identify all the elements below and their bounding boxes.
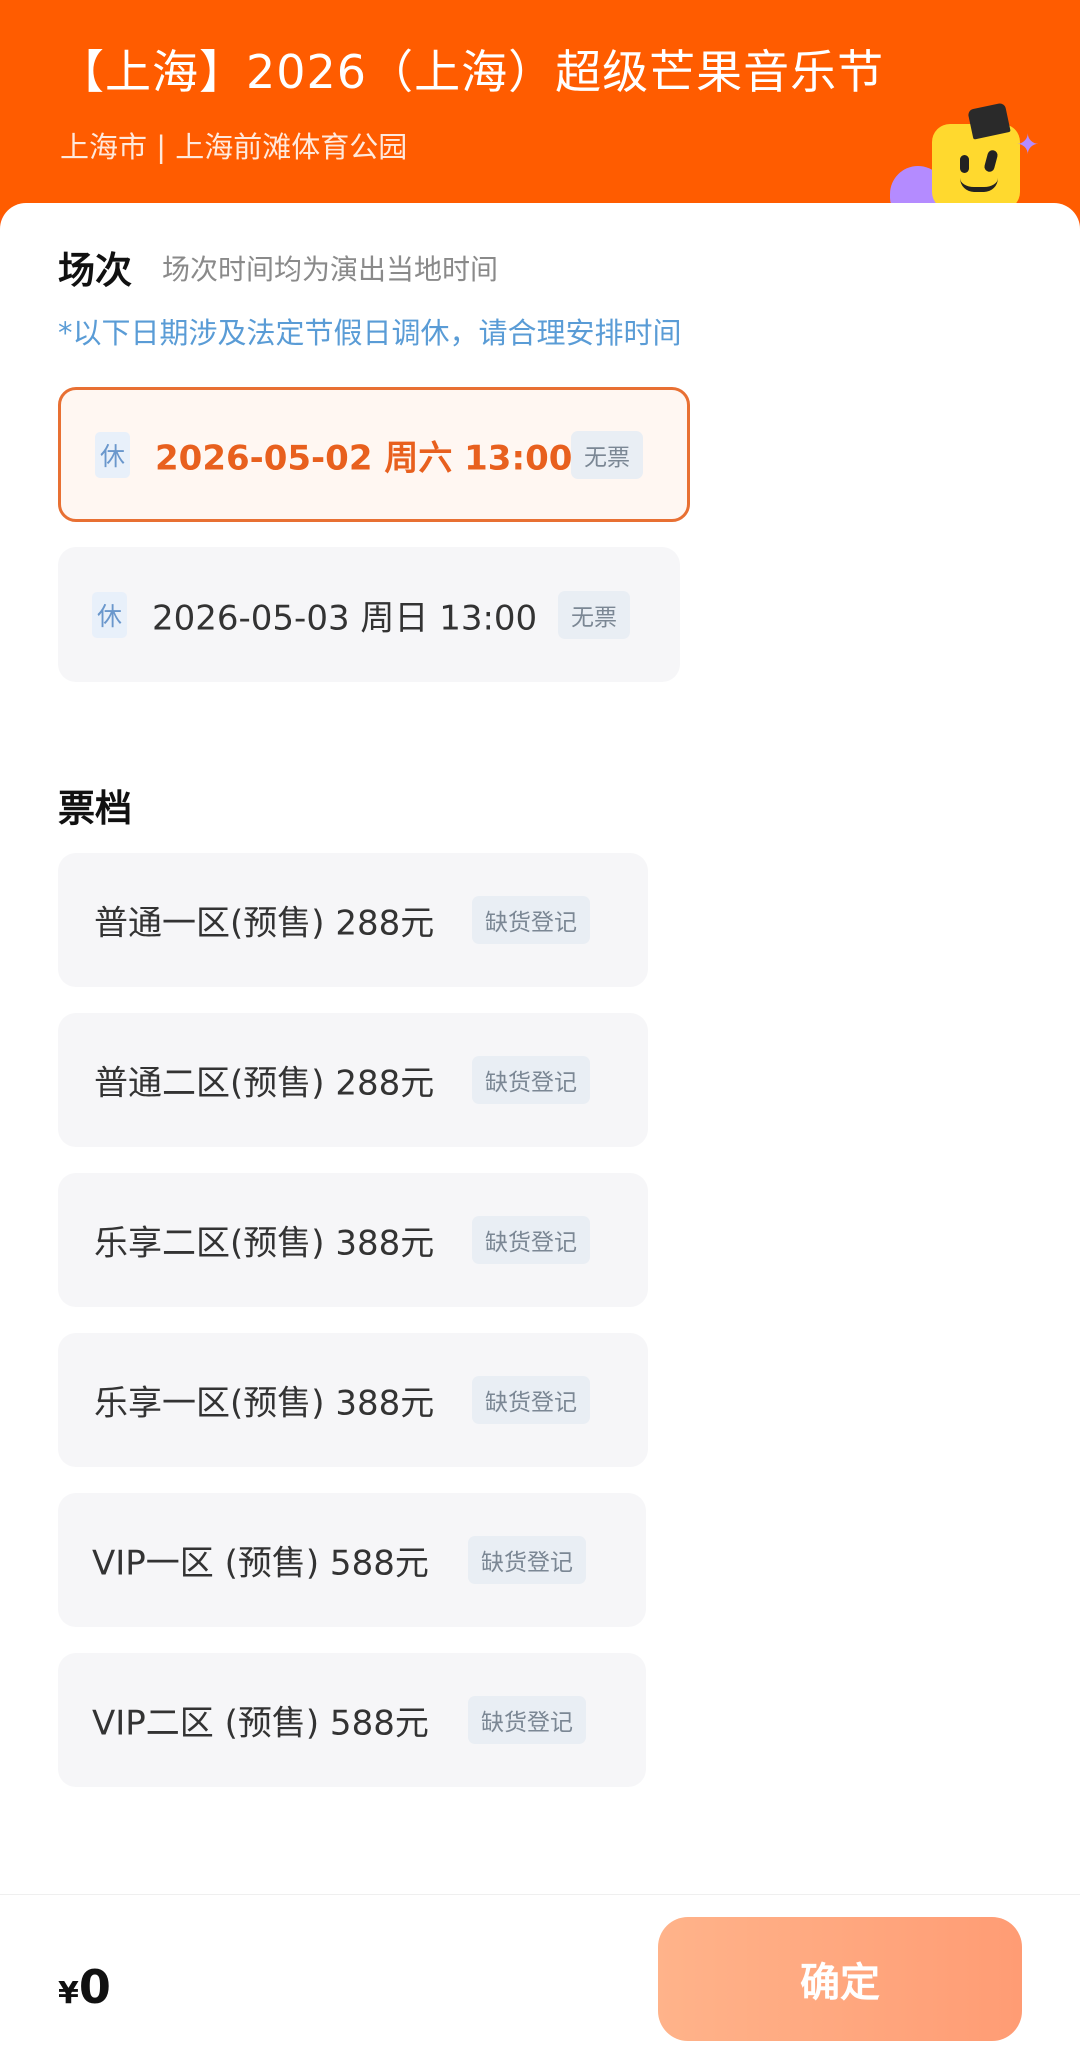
event-venue: 上海市 | 上海前滩体育公园	[60, 130, 408, 164]
ticket-label: 乐享一区(预售) 388元	[94, 1383, 435, 1424]
sold-out-badge: 无票	[571, 430, 643, 479]
ticket-label: 普通二区(预售) 288元	[94, 1063, 435, 1104]
ticket-option[interactable]: 乐享二区(预售) 388元 缺货登记	[58, 1173, 648, 1307]
ticket-option[interactable]: 普通二区(预售) 288元 缺货登记	[58, 1013, 648, 1147]
ticket-option[interactable]: 普通一区(预售) 288元 缺货登记	[58, 853, 648, 987]
waitlist-badge: 缺货登记	[472, 1376, 590, 1424]
mascot-icon: ✦	[890, 100, 1050, 220]
holiday-notice: *以下日期涉及法定节假日调休，请合理安排时间	[58, 316, 682, 350]
ticket-label: 普通一区(预售) 288元	[94, 903, 435, 944]
sparkle-icon: ✦	[1016, 128, 1040, 161]
sold-out-badge: 无票	[558, 590, 630, 639]
ticket-label: VIP一区 (预售) 588元	[92, 1543, 429, 1584]
session-section-title: 场次	[58, 249, 132, 292]
session-datetime: 2026-05-03 周日 13:00	[152, 598, 538, 638]
session-option[interactable]: 休 2026-05-03 周日 13:00 无票	[58, 547, 680, 682]
rest-day-badge: 休	[95, 431, 131, 478]
ticket-option[interactable]: VIP一区 (预售) 588元 缺货登记	[58, 1493, 646, 1627]
currency-symbol: ¥	[58, 1976, 79, 2011]
waitlist-badge: 缺货登记	[468, 1536, 586, 1584]
ticket-option[interactable]: VIP二区 (预售) 588元 缺货登记	[58, 1653, 646, 1787]
session-datetime: 2026-05-02 周六 13:00	[155, 438, 573, 478]
waitlist-badge: 缺货登记	[472, 1056, 590, 1104]
event-title: 【上海】2026（上海）超级芒果音乐节	[58, 45, 885, 99]
waitlist-badge: 缺货登记	[472, 1216, 590, 1264]
confirm-button[interactable]: 确定	[658, 1917, 1022, 2041]
ticket-label: VIP二区 (预售) 588元	[92, 1703, 429, 1744]
header-banner: 【上海】2026（上海）超级芒果音乐节 上海市 | 上海前滩体育公园 ✦	[0, 0, 1080, 216]
ticket-option[interactable]: 乐享一区(预售) 388元 缺货登记	[58, 1333, 648, 1467]
session-hint: 场次时间均为演出当地时间	[162, 253, 499, 286]
session-option[interactable]: 休 2026-05-02 周六 13:00 无票	[58, 387, 690, 522]
price-amount: 0	[78, 1960, 111, 2014]
waitlist-badge: 缺货登记	[472, 896, 590, 944]
ticket-section-title: 票档	[58, 787, 132, 830]
waitlist-badge: 缺货登记	[468, 1696, 586, 1744]
total-price: ¥0	[58, 1960, 111, 2014]
ticket-label: 乐享二区(预售) 388元	[94, 1223, 435, 1264]
rest-day-badge: 休	[92, 591, 128, 638]
